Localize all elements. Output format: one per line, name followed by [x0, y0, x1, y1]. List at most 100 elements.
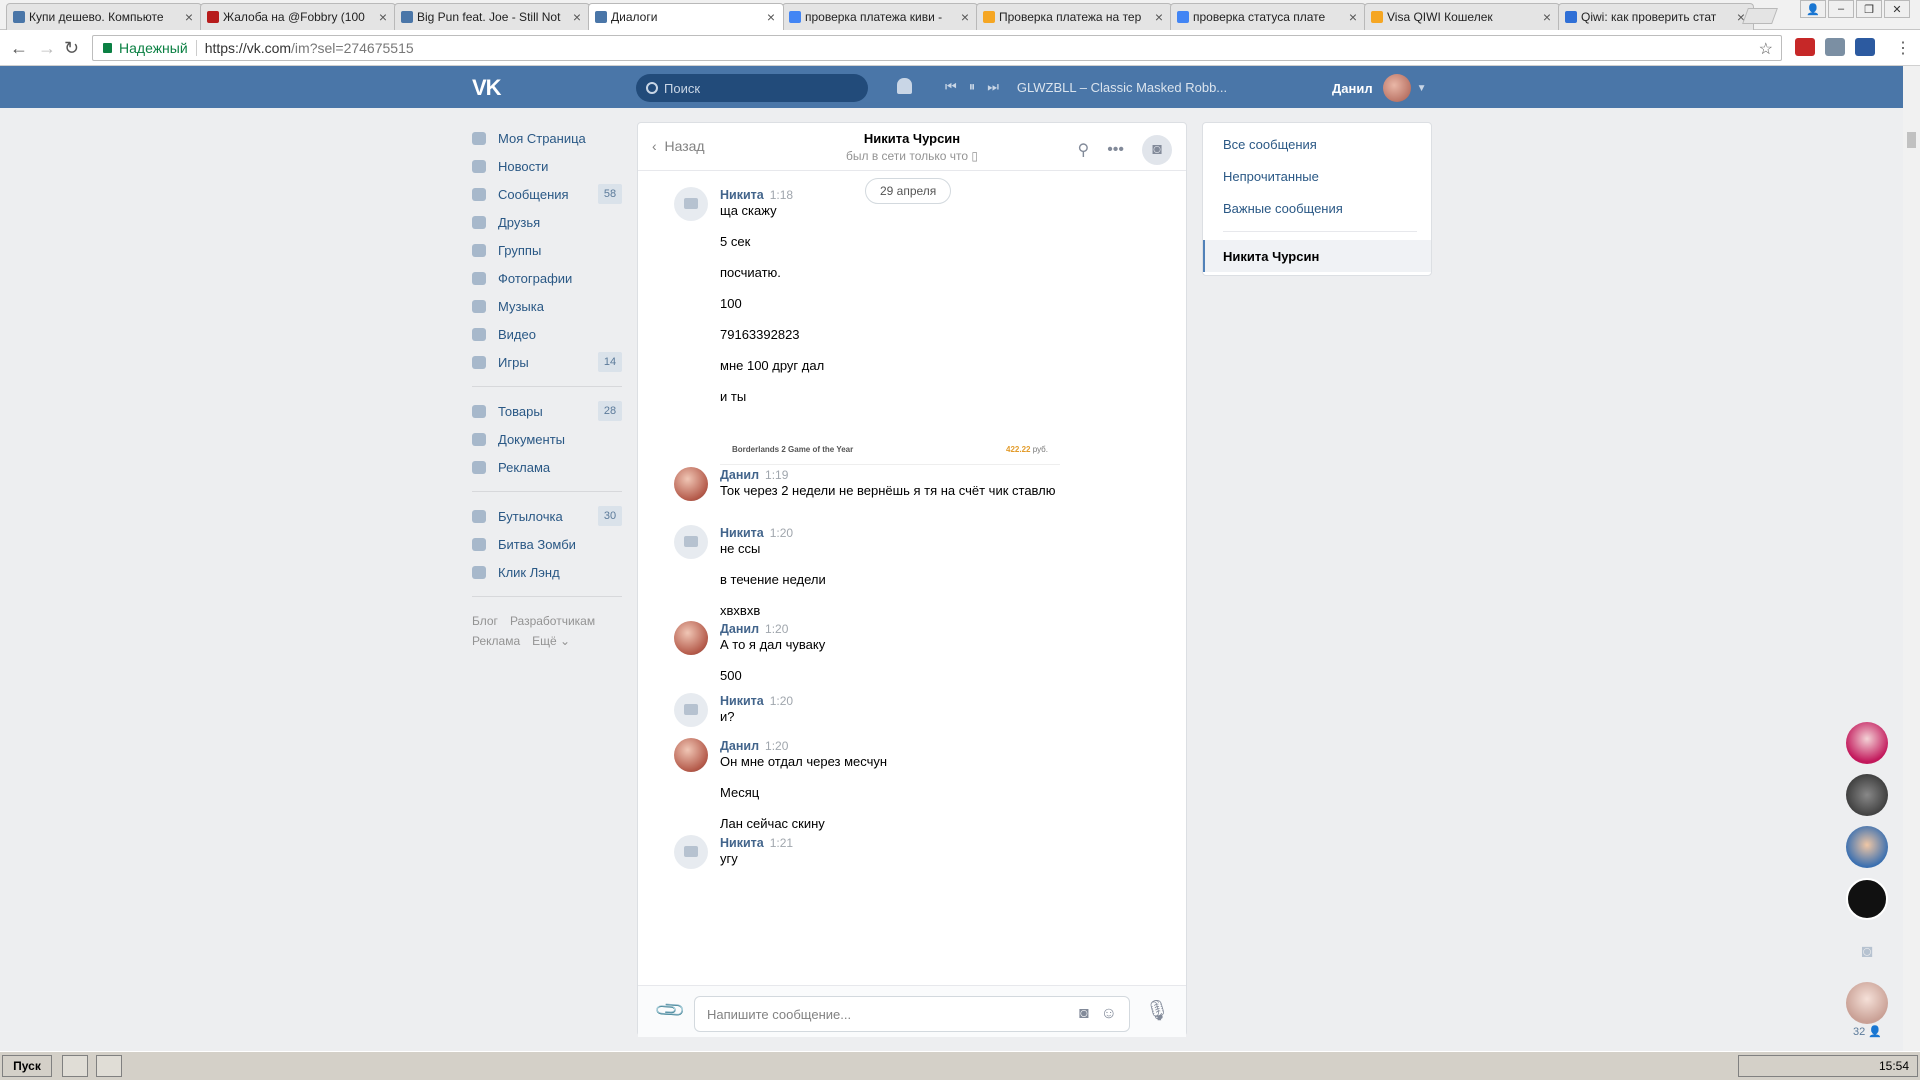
message-time[interactable]: 1:20	[770, 526, 793, 540]
sidebar-item[interactable]: Документы	[472, 425, 622, 453]
extension-icon-2[interactable]	[1825, 38, 1845, 56]
search-input[interactable]: Поиск	[636, 74, 868, 102]
address-bar[interactable]: Надежный https://vk.com/im?sel=274675515…	[92, 35, 1782, 61]
message-author[interactable]: Никита	[720, 526, 764, 540]
pause-icon[interactable]: ⏸	[969, 79, 976, 95]
avatar[interactable]	[674, 467, 708, 501]
message-time[interactable]: 1:20	[770, 694, 793, 708]
online-friends-count[interactable]: 32 👤	[1853, 1025, 1882, 1038]
back-arrow-icon[interactable]: ←	[10, 38, 28, 59]
extension-icon-3[interactable]	[1855, 38, 1875, 56]
start-button[interactable]: Пуск	[2, 1055, 52, 1077]
friend-avatar[interactable]	[1846, 826, 1888, 868]
sidebar-item[interactable]: Клик Лэнд	[472, 558, 622, 586]
search-messages-icon[interactable]: ⚲	[1077, 140, 1089, 160]
message-time[interactable]: 1:19	[765, 468, 788, 482]
clock[interactable]: 15:54	[1879, 1059, 1909, 1073]
scrollbar-thumb[interactable]	[1907, 132, 1916, 148]
footer-link-developers[interactable]: Разработчикам	[510, 614, 595, 628]
emoji-icon[interactable]: ☺	[1101, 1005, 1117, 1023]
friend-avatar[interactable]	[1846, 878, 1888, 920]
filter-all-messages[interactable]: Все сообщения	[1223, 137, 1317, 152]
message-time[interactable]: 1:18	[770, 188, 793, 202]
chat-avatar-camera-icon[interactable]: ◙	[1142, 135, 1172, 165]
message-input[interactable]: Напишите сообщение... ◙ ☺	[694, 996, 1130, 1032]
avatar[interactable]	[674, 621, 708, 655]
sidebar-item[interactable]: Видео	[472, 320, 622, 348]
sidebar-item[interactable]: Друзья	[472, 208, 622, 236]
user-menu[interactable]: Данил ▼	[1332, 74, 1427, 102]
active-dialog-item[interactable]: Никита Чурсин	[1203, 240, 1431, 272]
tab-close-icon[interactable]: ×	[1543, 9, 1551, 25]
friend-avatar[interactable]	[1846, 982, 1888, 1024]
browser-menu-icon[interactable]: ⋮	[1895, 38, 1911, 58]
friend-avatar-camera-icon[interactable]: ◙	[1846, 930, 1888, 972]
bookmark-star-icon[interactable]: ☆	[1759, 39, 1773, 59]
tab-close-icon[interactable]: ×	[767, 9, 775, 25]
browser-tab[interactable]: Проверка платежа на тер ×	[976, 3, 1172, 30]
taskbar-chrome-icon[interactable]	[62, 1055, 88, 1077]
sidebar-item[interactable]: Игры 14	[472, 348, 622, 376]
footer-link-more[interactable]: Ещё ⌄	[532, 634, 570, 648]
message-author[interactable]: Никита	[720, 836, 764, 850]
restore-button[interactable]: ❐	[1856, 0, 1882, 18]
taskbar-app-icon[interactable]	[96, 1055, 122, 1077]
friend-avatar[interactable]	[1846, 774, 1888, 816]
browser-tab[interactable]: Visa QIWI Кошелек ×	[1364, 3, 1560, 30]
minimize-button[interactable]: –	[1828, 0, 1854, 18]
footer-link-ads[interactable]: Реклама	[472, 634, 520, 648]
browser-tab[interactable]: проверка платежа киви - ×	[782, 3, 978, 30]
microphone-icon[interactable]: 🎙	[1145, 998, 1170, 1023]
extension-icon-adblock[interactable]	[1795, 38, 1815, 56]
message-time[interactable]: 1:21	[770, 836, 793, 850]
vk-logo[interactable]: VK	[472, 75, 502, 101]
sidebar-item[interactable]: Товары 28	[472, 397, 622, 425]
avatar[interactable]	[674, 738, 708, 772]
avatar[interactable]	[674, 693, 708, 727]
browser-tab[interactable]: Купи дешево. Компьюте ×	[6, 3, 202, 30]
sidebar-item[interactable]: Моя Страница	[472, 124, 622, 152]
link-attachment[interactable]: Borderlands 2 Game of the Year 422.22 ру…	[720, 435, 1060, 465]
notifications-bell-icon[interactable]	[897, 78, 912, 94]
tab-close-icon[interactable]: ×	[185, 9, 193, 25]
sidebar-item[interactable]: Фотографии	[472, 264, 622, 292]
tab-close-icon[interactable]: ×	[573, 9, 581, 25]
previous-track-icon[interactable]: ⏮	[945, 79, 957, 95]
avatar[interactable]	[674, 187, 708, 221]
filter-important[interactable]: Важные сообщения	[1223, 201, 1343, 216]
sidebar-item[interactable]: Музыка	[472, 292, 622, 320]
new-tab-button[interactable]	[1742, 8, 1778, 24]
secure-indicator[interactable]: Надежный	[103, 40, 188, 56]
camera-icon[interactable]: ◙	[1079, 1005, 1089, 1023]
browser-tab[interactable]: Диалоги ×	[588, 3, 784, 30]
profile-icon[interactable]: 👤	[1800, 0, 1826, 18]
tab-close-icon[interactable]: ×	[379, 9, 387, 25]
attach-paperclip-icon[interactable]: 📎	[653, 993, 688, 1028]
browser-tab[interactable]: Big Pun feat. Joe - Still Not ×	[394, 3, 590, 30]
friend-avatar[interactable]	[1846, 722, 1888, 764]
sidebar-item[interactable]: Сообщения 58	[472, 180, 622, 208]
tab-close-icon[interactable]: ×	[1155, 9, 1163, 25]
message-author[interactable]: Данил	[720, 739, 759, 753]
browser-tab[interactable]: Жалоба на @Fobbry (100 ×	[200, 3, 396, 30]
more-actions-icon[interactable]: •••	[1107, 141, 1124, 159]
current-track[interactable]: GLWZBLL – Classic Masked Robb...	[1017, 80, 1227, 95]
message-author[interactable]: Данил	[720, 468, 759, 482]
forward-arrow-icon[interactable]: →	[38, 38, 56, 59]
sidebar-item[interactable]: Битва Зомби	[472, 530, 622, 558]
avatar[interactable]	[674, 525, 708, 559]
reload-icon[interactable]: ↻	[64, 38, 79, 59]
sidebar-item[interactable]: Новости	[472, 152, 622, 180]
page-scrollbar[interactable]	[1903, 66, 1920, 1051]
message-author[interactable]: Никита	[720, 694, 764, 708]
message-author[interactable]: Никита	[720, 188, 764, 202]
sidebar-item[interactable]: Бутылочка 30	[472, 502, 622, 530]
sidebar-item[interactable]: Группы	[472, 236, 622, 264]
avatar[interactable]	[674, 835, 708, 869]
next-track-icon[interactable]: ⏭	[987, 79, 999, 95]
message-time[interactable]: 1:20	[765, 622, 788, 636]
close-window-button[interactable]: ✕	[1884, 0, 1910, 18]
footer-link-blog[interactable]: Блог	[472, 614, 498, 628]
tab-close-icon[interactable]: ×	[961, 9, 969, 25]
tab-close-icon[interactable]: ×	[1349, 9, 1357, 25]
